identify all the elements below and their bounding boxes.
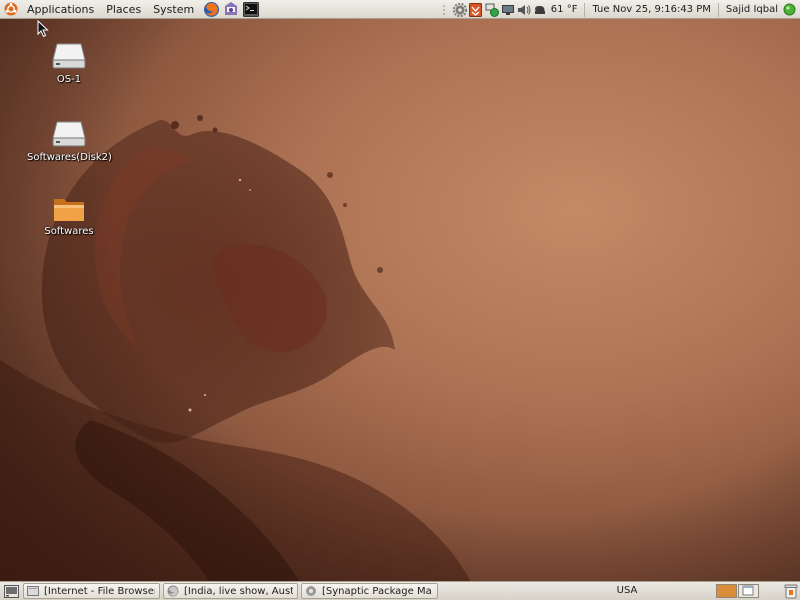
- desktop-icon-label: Softwares(Disk2): [27, 152, 112, 163]
- firefox-icon: [203, 1, 219, 17]
- window-thumbnail-icon: [742, 585, 754, 596]
- display-icon: [501, 4, 514, 15]
- volume-button[interactable]: [517, 3, 531, 17]
- ubuntu-logo-icon[interactable]: [4, 2, 18, 16]
- taskbar-item-label: [India, live show, Austr: [184, 585, 293, 597]
- file-browser-icon: [27, 585, 39, 597]
- desktop-screen: Applications Places System 61 °F Tue Nov…: [0, 0, 800, 600]
- weather-button[interactable]: [533, 3, 547, 17]
- top-panel-menus: Applications Places System: [0, 0, 260, 19]
- panel-separator: [584, 2, 586, 17]
- taskbar-item-label: [Internet - File Browser]: [44, 585, 155, 597]
- bottom-panel: [Internet - File Browser] [India, live s…: [0, 581, 800, 600]
- panel-handle-icon: [442, 4, 445, 15]
- taskbar-item-label: [Synaptic Package Ma: [322, 585, 432, 597]
- firefox-icon: [167, 585, 179, 597]
- temperature-readout[interactable]: 61 °F: [548, 4, 581, 15]
- update-notifier-icon: [469, 2, 483, 17]
- drive-icon: [52, 43, 86, 69]
- folder-icon: [54, 199, 84, 221]
- show-desktop-icon: [3, 584, 19, 598]
- system-settings-button[interactable]: [452, 2, 467, 17]
- clock[interactable]: Tue Nov 25, 9:16:43 PM: [589, 4, 713, 15]
- desktop-icon-softwares-disk2[interactable]: Softwares(Disk2): [27, 118, 112, 163]
- network-manager-button[interactable]: [485, 3, 499, 17]
- menu-system[interactable]: System: [147, 0, 200, 19]
- taskbar-item-firefox[interactable]: [India, live show, Austr: [163, 583, 298, 599]
- workspace-2[interactable]: [738, 584, 759, 598]
- user-status-button[interactable]: [782, 3, 796, 17]
- network-manager-icon: [485, 3, 499, 17]
- top-panel-tray: 61 °F Tue Nov 25, 9:16:43 PM Sajid Iqbal: [436, 0, 800, 19]
- terminal-launcher[interactable]: [242, 0, 260, 18]
- display-button[interactable]: [501, 3, 515, 17]
- taskbar-item-file-browser[interactable]: [Internet - File Browser]: [23, 583, 160, 599]
- evolution-mail-icon: [225, 2, 238, 15]
- menu-applications[interactable]: Applications: [21, 0, 100, 19]
- weather-icon: [534, 5, 545, 14]
- online-status-icon: [783, 3, 795, 16]
- firefox-launcher[interactable]: [202, 0, 220, 18]
- tray-handle: [437, 3, 451, 17]
- evolution-launcher[interactable]: [222, 0, 240, 18]
- desktop-icon-label: OS-1: [56, 74, 82, 85]
- taskbar-item-synaptic[interactable]: [Synaptic Package Ma: [301, 583, 438, 599]
- show-desktop-button[interactable]: [3, 584, 19, 598]
- keyboard-layout-indicator[interactable]: USA: [612, 584, 642, 598]
- volume-icon: [517, 4, 531, 15]
- terminal-icon: [243, 1, 260, 17]
- user-name[interactable]: Sajid Iqbal: [723, 4, 781, 15]
- workspace-1[interactable]: [716, 584, 737, 598]
- wallpaper: [0, 0, 800, 600]
- system-settings-icon: [452, 2, 467, 17]
- desktop-icon-label: Softwares: [44, 226, 94, 237]
- mouse-cursor-icon: [37, 20, 49, 38]
- desktop-icon-softwares[interactable]: Softwares: [27, 194, 111, 237]
- panel-separator: [717, 2, 719, 17]
- update-notifier-button[interactable]: [469, 2, 483, 17]
- top-panel: Applications Places System 61 °F Tue Nov…: [0, 0, 800, 19]
- menu-places[interactable]: Places: [100, 0, 147, 19]
- synaptic-icon: [305, 585, 317, 597]
- desktop-icon-os-1[interactable]: OS-1: [27, 40, 111, 85]
- drive-icon: [52, 121, 86, 147]
- trash-icon[interactable]: [784, 583, 798, 599]
